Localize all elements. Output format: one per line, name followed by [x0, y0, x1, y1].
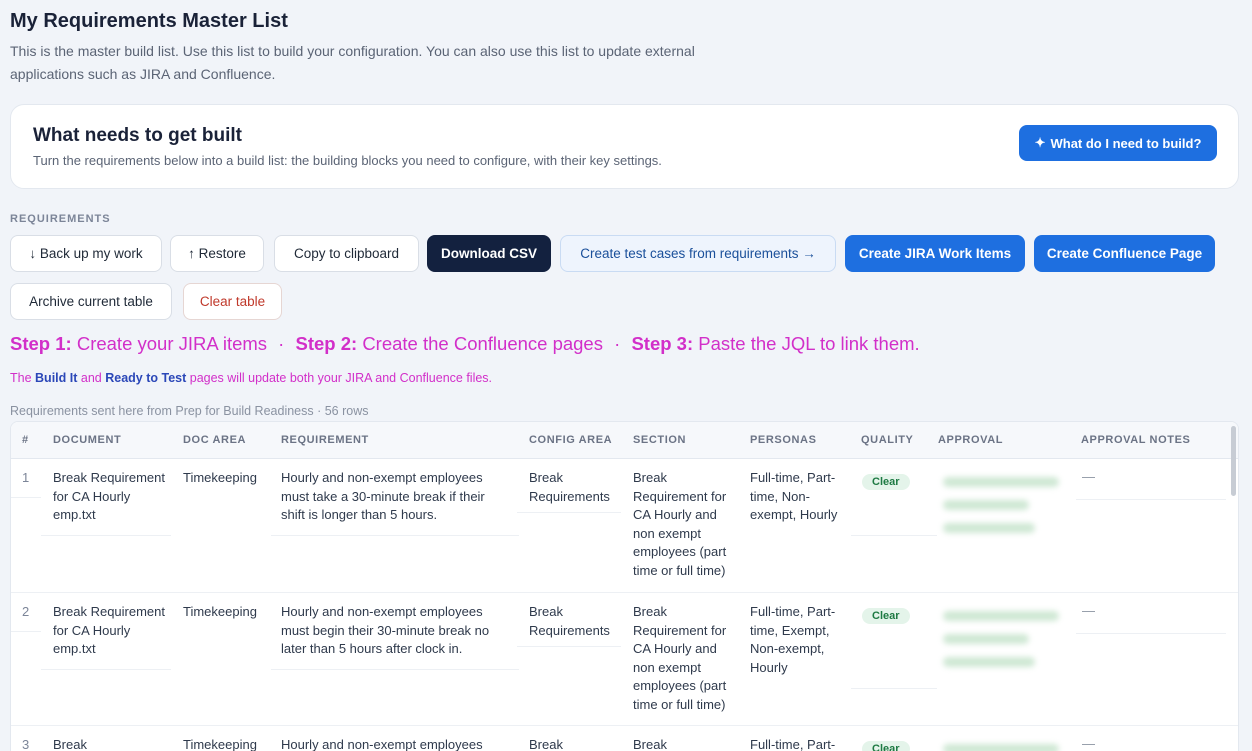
step2-label: Step 2:: [295, 333, 358, 354]
approval-notes-cell[interactable]: —: [1082, 603, 1095, 618]
step-separator: ·: [278, 333, 285, 354]
step2-text: Create the Confluence pages: [362, 333, 603, 354]
step3-text: Paste the JQL to link them.: [698, 333, 920, 354]
step3-label: Step 3:: [631, 333, 694, 354]
note-ready-to-test: Ready to Test: [105, 371, 187, 385]
requirements-table: # DOCUMENT DOC AREA REQUIREMENT CONFIG A…: [10, 421, 1239, 751]
requirement-cell[interactable]: Hourly and non-exempt employees must beg…: [281, 603, 503, 659]
row-number: 3: [22, 737, 30, 751]
note-build-it: Build It: [35, 371, 78, 385]
doc-area-cell: Timekeeping: [183, 604, 257, 619]
approval-notes-cell[interactable]: —: [1082, 469, 1095, 484]
requirement-cell[interactable]: Hourly and non-exempt employees: [281, 736, 503, 751]
column-header: CONFIG AREA: [529, 434, 613, 446]
table-header: # DOCUMENT DOC AREA REQUIREMENT CONFIG A…: [11, 422, 1238, 459]
config-area-cell: Break Requirements: [529, 470, 610, 504]
approval-notes-cell[interactable]: —: [1082, 736, 1095, 751]
step1-label: Step 1:: [10, 333, 72, 354]
quality-badge: Clear: [862, 608, 910, 624]
requirement-cell[interactable]: Hourly and non-exempt employees must tak…: [281, 469, 503, 525]
steps-instructions: Step 1: Create your JIRA items · Step 2:…: [10, 333, 920, 355]
archive-table-button[interactable]: Archive current table: [10, 283, 172, 320]
table-row[interactable]: 1 Break Requirement for CA Hourly emp.tx…: [11, 459, 1238, 592]
document-cell: Break Requirement for CA Hourly emp.txt: [53, 604, 165, 656]
requirements-section-label: REQUIREMENTS: [10, 213, 111, 225]
column-header: DOCUMENT: [53, 434, 122, 446]
page-description: This is the master build list. Use this …: [10, 43, 695, 82]
copy-to-clipboard-button[interactable]: Copy to clipboard: [274, 235, 419, 272]
section-cell: Break Requirement for CA Hourly and non …: [633, 604, 727, 712]
row-number: 2: [22, 604, 30, 619]
section-cell: Break: [633, 737, 667, 751]
backup-button[interactable]: ↓ Back up my work: [10, 235, 162, 272]
step1-text: Create your JIRA items: [76, 333, 268, 354]
personas-cell: Full-time, Part-time, Exempt, Non-exempt…: [750, 604, 836, 675]
column-header: QUALITY: [861, 434, 914, 446]
table-row[interactable]: 2 Break Requirement for CA Hourly emp.tx…: [11, 592, 1238, 725]
column-header: PERSONAS: [750, 434, 817, 446]
quality-badge: Clear: [862, 474, 910, 490]
column-header: DOC AREA: [183, 434, 247, 446]
build-card: What needs to get built Turn the require…: [10, 104, 1239, 189]
quality-badge: Clear: [862, 741, 910, 751]
create-jira-items-button[interactable]: Create JIRA Work Items: [845, 235, 1025, 272]
what-to-build-button[interactable]: ✦ What do I need to build?: [1019, 125, 1217, 161]
what-to-build-label: What do I need to build?: [1050, 135, 1202, 151]
column-header: #: [22, 434, 29, 446]
note-and: and: [80, 371, 102, 385]
note-prefix: The: [10, 371, 32, 385]
column-header: SECTION: [633, 434, 687, 446]
build-card-title: What needs to get built: [33, 125, 242, 146]
personas-cell: Full-time, Part-time, Non-exempt, Hourly: [750, 470, 838, 522]
doc-area-cell: Timekeeping: [183, 470, 257, 485]
doc-area-cell: Timekeeping: [183, 737, 257, 751]
create-test-cases-button[interactable]: Create test cases from requirements →: [560, 235, 836, 272]
pages-update-note: The Build It and Ready to Test pages wil…: [10, 371, 492, 385]
config-area-cell: Break: [529, 737, 563, 751]
table-scrollbar[interactable]: [1231, 426, 1236, 496]
create-confluence-page-button[interactable]: Create Confluence Page: [1034, 235, 1215, 272]
config-area-cell: Break Requirements: [529, 604, 610, 638]
row-number: 1: [22, 470, 30, 485]
table-meta: Requirements sent here from Prep for Bui…: [10, 404, 369, 418]
table-row[interactable]: 3 Break Timekeeping Hourly and non-exemp…: [11, 725, 1238, 751]
build-card-subtitle: Turn the requirements below into a build…: [33, 153, 662, 168]
step-separator: ·: [614, 333, 621, 354]
note-suffix: pages will update both your JIRA and Con…: [189, 371, 493, 385]
document-cell: Break: [53, 737, 87, 751]
page-title: My Requirements Master List: [10, 10, 288, 32]
document-cell: Break Requirement for CA Hourly emp.txt: [53, 470, 165, 522]
sparkle-icon: ✦: [1034, 135, 1046, 150]
column-header: APPROVAL: [938, 434, 1004, 446]
clear-table-button[interactable]: Clear table: [183, 283, 282, 320]
restore-button[interactable]: ↑ Restore: [170, 235, 264, 272]
column-header: APPROVAL NOTES: [1081, 434, 1191, 446]
column-header: REQUIREMENT: [281, 434, 369, 446]
download-csv-button[interactable]: Download CSV: [427, 235, 551, 272]
personas-cell: Full-time, Part-: [750, 737, 836, 751]
section-cell: Break Requirement for CA Hourly and non …: [633, 470, 727, 578]
